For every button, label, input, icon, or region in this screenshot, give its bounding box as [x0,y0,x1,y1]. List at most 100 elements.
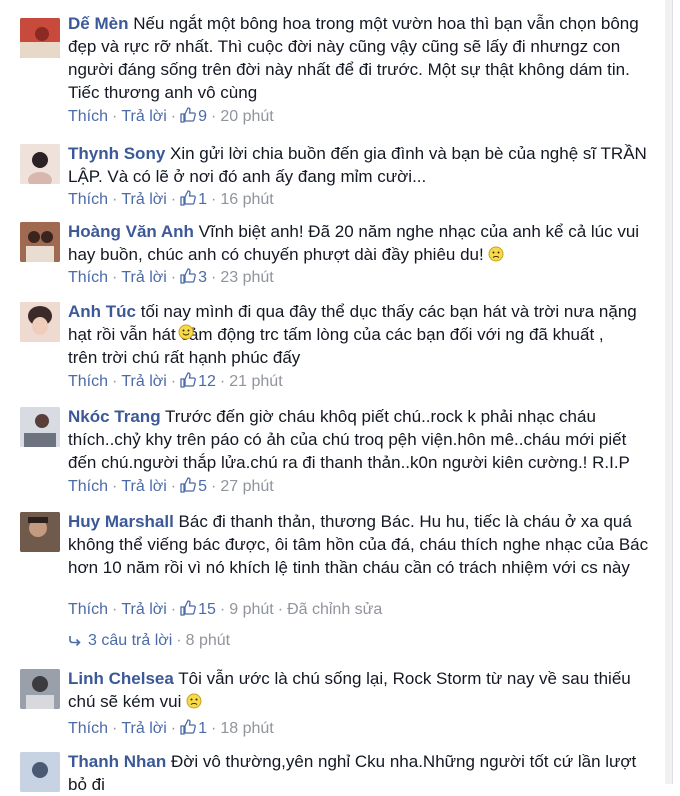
like-link[interactable]: Thích [68,601,108,618]
reply-arrow-icon [69,636,81,647]
comment-text: Đời vô thường,yên nghỉ Cku nha.Những ngư… [170,752,637,771]
avatar[interactable] [20,752,60,792]
avatar-photo-icon [20,18,60,58]
comment-body: Thanh Nhan Đời vô thường,yên nghỉ Cku nh… [68,750,655,796]
edited-label[interactable]: Đã chỉnh sửa [287,601,382,618]
avatar[interactable] [20,302,60,342]
avatar-photo-icon [20,512,60,552]
comment-text: hay buồn, chúc anh có chuyến phượt dài đ… [68,245,484,264]
comment-actions: Thích · Trả lời · 15 · 9 phút · Đã chỉnh sửa [68,600,383,618]
comment-text: hơn 10 năm rồi vì nó khích lệ tinh thần … [68,558,630,577]
avatar[interactable] [20,407,60,447]
comment-time[interactable]: 23 phút [220,269,273,286]
comment-body: Anh Túc tối nay mình đi qua đây thể dục … [68,300,655,369]
comment-text: Trước đến giờ cháu khôq piết chú..rock k… [165,407,596,426]
smiley-emoji-icon [178,324,194,340]
avatar-photo-icon [20,407,60,447]
comment-body: Hoàng Văn Anh Vĩnh biệt anh! Đã 20 năm n… [68,220,655,266]
frown-emoji-icon [186,693,202,709]
commenter-name[interactable]: Linh Chelsea [68,669,174,688]
like-link[interactable]: Thích [68,478,108,495]
commenter-name[interactable]: Hoàng Văn Anh [68,222,194,241]
comment-actions: Thích · Trả lời · 1 · 18 phút [68,719,274,737]
avatar-photo-icon [20,302,60,342]
like-link[interactable]: Thích [68,191,108,208]
comment-text: Tôi vẫn ước là chú sống lại, Rock Storm … [178,669,631,688]
comment-text: Vĩnh biệt anh! Đã 20 năm nghe nhạc của a… [198,222,640,241]
comment-text: Nếu ngắt một bông hoa trong một vườn hoa… [133,14,639,33]
commenter-name[interactable]: Dế Mèn [68,14,128,33]
comment-actions: Thích · Trả lời · 5 · 27 phút [68,477,274,495]
reply-link[interactable]: Trả lời [121,373,166,390]
reply-link[interactable]: Trả lời [121,269,166,286]
avatar[interactable] [20,222,60,262]
avatar[interactable] [20,512,60,552]
reply-link[interactable]: Trả lời [121,108,166,125]
comment-text: Tiếc thương anh vô cùng [68,83,258,102]
like-count[interactable]: 15 [198,601,216,618]
commenter-name[interactable]: Thanh Nhan [68,752,166,771]
thumbs-up-icon[interactable] [180,107,197,123]
like-link[interactable]: Thích [68,108,108,125]
reply-link[interactable]: Trả lời [121,478,166,495]
scrollbar[interactable] [665,0,672,784]
thumbs-up-icon[interactable] [180,372,197,388]
like-count[interactable]: 9 [198,108,207,125]
like-count[interactable]: 1 [198,720,207,737]
comment-text: đến chú.người thắp lửa.chú ra đi thanh t… [68,453,630,472]
thumbs-up-icon[interactable] [180,600,197,616]
view-replies[interactable]: 3 câu trả lời · 8 phút [68,632,230,650]
commenter-name[interactable]: Nkóc Trang [68,407,161,426]
commenter-name[interactable]: Thynh Sony [68,144,165,163]
avatar[interactable] [20,669,60,709]
like-link[interactable]: Thích [68,269,108,286]
avatar[interactable] [20,18,60,58]
comment-text: Xin gửi lời chia buồn đến gia đình và bạ… [170,144,647,163]
reply-link[interactable]: Trả lời [121,601,166,618]
thumbs-up-icon[interactable] [180,268,197,284]
comment-text: đẹp và rực rỡ nhất. Thì cuộc đời này cũn… [68,37,621,56]
like-count[interactable]: 5 [198,478,207,495]
comment-text: trên trời chú rất hạnh phúc đấy [68,348,301,367]
like-link[interactable]: Thích [68,373,108,390]
avatar[interactable] [20,144,60,184]
comment-body: Nkóc Trang Trước đến giờ cháu khôq piết … [68,405,655,474]
avatar-photo-icon [20,752,60,792]
like-count[interactable]: 12 [198,373,216,390]
commenter-name[interactable]: Huy Marshall [68,512,174,531]
comment-time[interactable]: 27 phút [220,478,273,495]
thumbs-up-icon[interactable] [180,190,197,206]
comment-body: Huy Marshall Bác đi thanh thản, thương B… [68,510,655,579]
thumbs-up-icon[interactable] [180,477,197,493]
like-link[interactable]: Thích [68,720,108,737]
comment-time[interactable]: 9 phút [229,601,273,618]
avatar-photo-icon [20,669,60,709]
replies-count-link[interactable]: 3 câu trả lời [88,632,172,649]
comment-actions: Thích · Trả lời · 9 · 20 phút [68,107,274,125]
comment-body: Dế Mèn Nếu ngắt một bông hoa trong một v… [68,12,655,104]
avatar-photo-icon [20,144,60,184]
reply-link[interactable]: Trả lời [121,191,166,208]
comment-text: người đáng sống trên đời này nhất để đi … [68,60,630,79]
comment-time[interactable]: 16 phút [220,191,273,208]
comment-actions: Thích · Trả lời · 1 · 16 phút [68,190,274,208]
comment-text: hạt rồi vẫn hát cảm động trc tấm lòng củ… [68,325,604,344]
like-count[interactable]: 3 [198,269,207,286]
like-count[interactable]: 1 [198,191,207,208]
avatar-photo-icon [20,222,60,262]
comment-time[interactable]: 20 phút [220,108,273,125]
comment-text: không thể viếng bác được, ôi tâm hồn của… [68,535,649,554]
comment-text: chú sẽ kém vui [68,692,182,711]
comment-time[interactable]: 18 phút [220,720,273,737]
frown-emoji-icon [488,246,504,262]
comment-actions: Thích · Trả lời · 3 · 23 phút [68,268,274,286]
comment-text: Bác đi thanh thản, thương Bác. Hu hu, ti… [178,512,632,531]
comment-actions: Thích · Trả lời · 12 · 21 phút [68,372,283,390]
comment-time[interactable]: 21 phút [229,373,282,390]
comment-feed: Dế Mèn Nếu ngắt một bông hoa trong một v… [0,0,673,794]
comment-body: Linh Chelsea Tôi vẫn ước là chú sống lại… [68,667,655,713]
thumbs-up-icon[interactable] [180,719,197,735]
reply-link[interactable]: Trả lời [121,720,166,737]
comment-text: thích..chỷ khy trên páo có ảh của chú tr… [68,430,627,449]
commenter-name[interactable]: Anh Túc [68,302,136,321]
